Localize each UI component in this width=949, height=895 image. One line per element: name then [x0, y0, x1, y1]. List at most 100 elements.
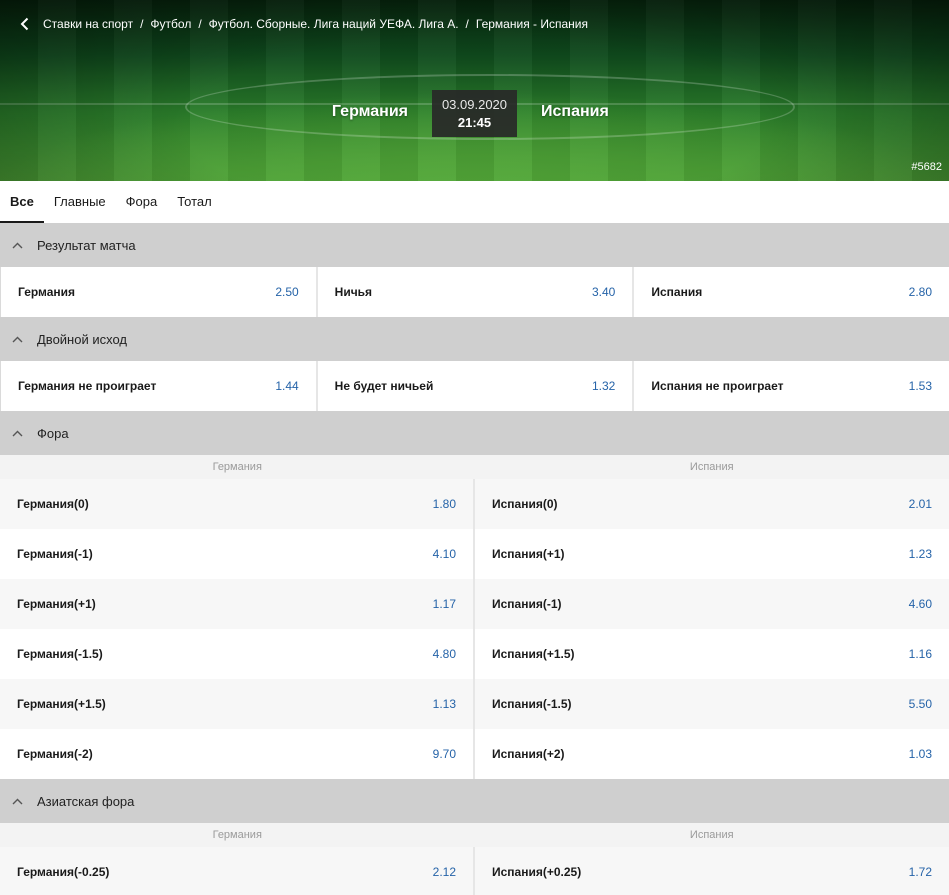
handicap-row: Германия(+1.5) 1.13 Испания(-1.5) 5.50	[0, 679, 949, 729]
outcome-odd: 1.44	[275, 379, 299, 393]
outcome-odd: 1.32	[591, 379, 616, 393]
outcome-label: Испания	[651, 285, 703, 299]
column-away: Испания	[689, 461, 734, 473]
outcome-odd: 2.01	[908, 497, 932, 511]
outcome-label: Германия(-2)	[17, 747, 93, 761]
column-home: Германия	[212, 829, 262, 841]
handicap-outcome-away[interactable]: Испания(-1) 4.60	[475, 579, 949, 629]
handicap-outcome-away[interactable]: Испания(+1.5) 1.16	[475, 629, 949, 679]
outcome-odd: 2.50	[275, 285, 299, 299]
outcome-odd: 4.10	[432, 547, 456, 561]
handicap-outcome-away[interactable]: Испания(0) 2.01	[475, 479, 949, 529]
event-id: #5682	[911, 161, 942, 173]
handicap-outcome-home[interactable]: Германия(-2) 9.70	[0, 729, 473, 779]
asian-column-headers: Германия Испания	[0, 823, 949, 847]
handicap-outcome-home[interactable]: Германия(+1.5) 1.13	[0, 679, 473, 729]
outcome-odd: 1.16	[908, 647, 932, 661]
outcome-odd: 4.80	[432, 647, 456, 661]
handicap-outcome-away[interactable]: Испания(+0.25) 1.72	[475, 847, 949, 895]
outcome-label: Германия(+1.5)	[17, 697, 106, 711]
outcome-odd: 2.12	[432, 865, 456, 879]
column-home: Германия	[212, 461, 262, 473]
match-datetime: 03.09.2020 21:45	[432, 90, 517, 137]
outcome-odd: 4.60	[908, 597, 932, 611]
outcome-away-or-draw[interactable]: Испания не проиграет 1.53	[634, 361, 949, 411]
outcome-away-win[interactable]: Испания 2.80	[634, 267, 949, 317]
outcome-label: Германия(+1)	[17, 597, 96, 611]
outcome-odd: 1.53	[908, 379, 933, 393]
outcome-label: Испания(+1.5)	[492, 647, 575, 661]
chevron-up-icon	[12, 795, 24, 807]
tab-all[interactable]: Все	[0, 181, 44, 223]
outcome-odd: 2.80	[908, 285, 933, 299]
breadcrumb-match: Германия - Испания	[475, 17, 588, 31]
outcome-odd: 1.72	[908, 865, 932, 879]
chevron-up-icon	[12, 333, 24, 345]
chevron-left-icon[interactable]	[14, 14, 34, 34]
match-date: 03.09.2020	[441, 97, 508, 112]
match-hero: Ставки на спорт / Футбол / Футбол. Сборн…	[0, 0, 949, 181]
section-title: Азиатская фора	[37, 793, 135, 809]
chevron-up-icon	[12, 239, 24, 251]
handicap-outcome-away[interactable]: Испания(+2) 1.03	[475, 729, 949, 779]
section-asian-handicap[interactable]: Азиатская фора	[0, 779, 949, 823]
outcome-home-win[interactable]: Германия 2.50	[0, 267, 316, 317]
outcome-label: Не будет ничьей	[334, 379, 434, 393]
outcome-odd: 9.70	[432, 747, 456, 761]
outcome-odd: 1.80	[432, 497, 456, 511]
away-team-name: Испания	[541, 103, 609, 120]
market-row: Германия 2.50 Ничья 3.40 Испания 2.80	[0, 267, 949, 317]
column-away: Испания	[689, 829, 734, 841]
handicap-row: Германия(-1.5) 4.80 Испания(+1.5) 1.16	[0, 629, 949, 679]
handicap-rows: Германия(0) 1.80 Испания(0) 2.01 Германия(-1…	[0, 479, 949, 779]
breadcrumb: Ставки на спорт / Футбол / Футбол. Сборн…	[14, 14, 588, 34]
outcome-label: Ничья	[334, 285, 373, 299]
home-team-name: Германия	[331, 103, 408, 120]
outcome-label: Испания(+2)	[492, 747, 565, 761]
outcome-odd: 1.13	[432, 697, 456, 711]
asian-rows: Германия(-0.25) 2.12 Испания(+0.25) 1.72	[0, 847, 949, 895]
handicap-outcome-home[interactable]: Германия(-1) 4.10	[0, 529, 473, 579]
tab-main[interactable]: Главные	[44, 181, 116, 223]
outcome-label: Испания(-1)	[492, 597, 562, 611]
market-row: Германия не проиграет 1.44 Не будет ничь…	[0, 361, 949, 411]
outcome-odd: 3.40	[591, 285, 616, 299]
outcome-label: Испания(+1)	[492, 547, 565, 561]
outcome-label: Испания(+0.25)	[492, 865, 582, 879]
outcome-odd: 1.17	[432, 597, 456, 611]
handicap-outcome-home[interactable]: Германия(+1) 1.17	[0, 579, 473, 629]
handicap-row: Германия(0) 1.80 Испания(0) 2.01	[0, 479, 949, 529]
outcome-label: Германия(-1)	[17, 547, 93, 561]
section-match-result[interactable]: Результат матча	[0, 223, 949, 267]
section-handicap[interactable]: Фора	[0, 411, 949, 455]
breadcrumb-sports[interactable]: Ставки на спорт	[43, 17, 133, 31]
handicap-outcome-away[interactable]: Испания(-1.5) 5.50	[475, 679, 949, 729]
outcome-draw[interactable]: Ничья 3.40	[317, 267, 633, 317]
breadcrumb-league[interactable]: Футбол. Сборные. Лига наций УЕФА. Лига А…	[209, 17, 459, 31]
handicap-row: Германия(-0.25) 2.12 Испания(+0.25) 1.72	[0, 847, 949, 895]
handicap-row: Германия(-2) 9.70 Испания(+2) 1.03	[0, 729, 949, 779]
breadcrumb-football[interactable]: Футбол	[150, 17, 191, 31]
tab-total[interactable]: Тотал	[167, 181, 222, 223]
section-double-chance[interactable]: Двойной исход	[0, 317, 949, 361]
outcome-home-or-draw[interactable]: Германия не проиграет 1.44	[0, 361, 316, 411]
outcome-label: Испания(-1.5)	[492, 697, 572, 711]
outcome-label: Германия(-1.5)	[17, 647, 103, 661]
handicap-outcome-away[interactable]: Испания(+1) 1.23	[475, 529, 949, 579]
handicap-outcome-home[interactable]: Германия(-0.25) 2.12	[0, 847, 473, 895]
handicap-column-headers: Германия Испания	[0, 455, 949, 479]
handicap-row: Германия(+1) 1.17 Испания(-1) 4.60	[0, 579, 949, 629]
outcome-no-draw[interactable]: Не будет ничьей 1.32	[317, 361, 633, 411]
outcome-odd: 1.23	[908, 547, 932, 561]
outcome-odd: 1.03	[908, 747, 932, 761]
outcome-label: Испания не проиграет	[651, 379, 784, 393]
tab-handicap[interactable]: Фора	[116, 181, 168, 223]
outcome-label: Испания(0)	[492, 497, 558, 511]
section-title: Фора	[37, 425, 69, 441]
match-time: 21:45	[457, 115, 492, 130]
handicap-outcome-home[interactable]: Германия(-1.5) 4.80	[0, 629, 473, 679]
section-title: Двойной исход	[37, 331, 127, 347]
handicap-outcome-home[interactable]: Германия(0) 1.80	[0, 479, 473, 529]
outcome-label: Германия	[18, 285, 76, 299]
chevron-up-icon	[12, 427, 24, 439]
